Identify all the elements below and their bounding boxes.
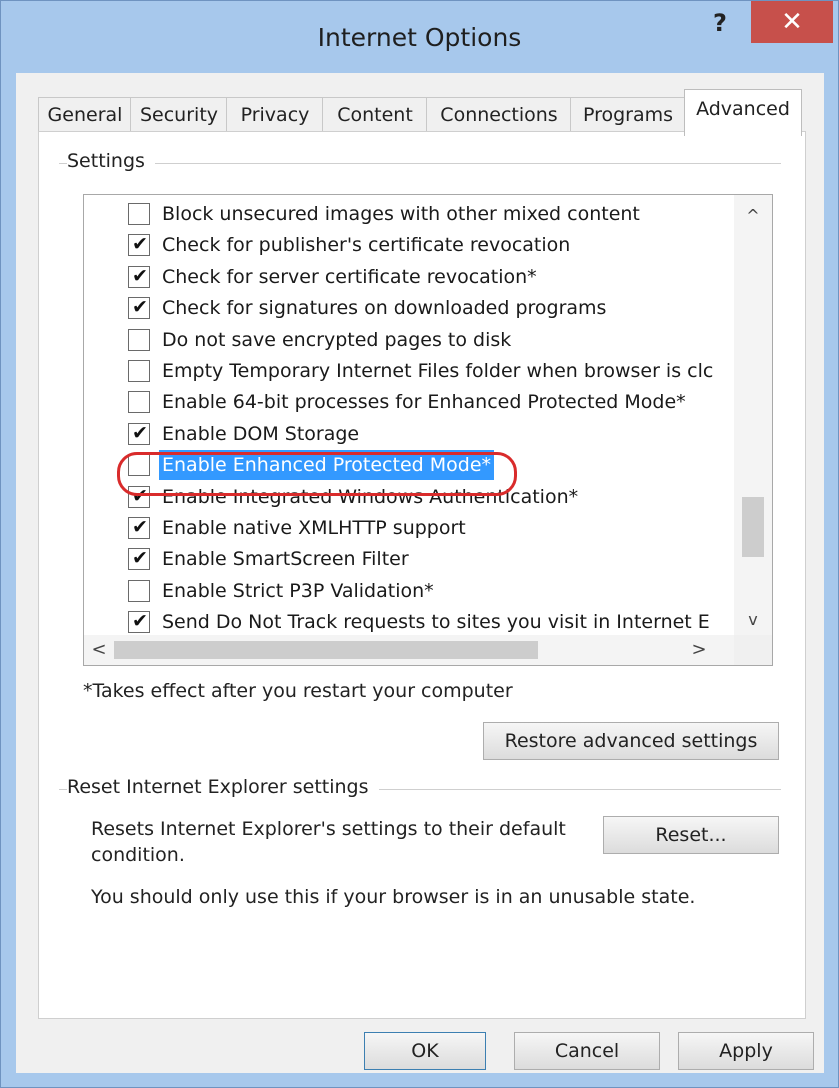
setting-label: Enable 64-bit processes for Enhanced Pro…: [162, 391, 686, 414]
scrollbar-corner: [734, 635, 772, 665]
horizontal-scrollbar[interactable]: < >: [84, 635, 734, 665]
tab-privacy[interactable]: Privacy: [226, 97, 324, 132]
tab-connections[interactable]: Connections: [426, 97, 572, 132]
tab-content[interactable]: Content: [322, 97, 428, 132]
reset-warning: You should only use this if your browser…: [91, 886, 696, 908]
reset-description-line1: Resets Internet Explorer's settings to t…: [91, 818, 566, 840]
reset-group-label: Reset Internet Explorer settings: [67, 776, 379, 798]
setting-label: Check for publisher's certificate revoca…: [162, 234, 571, 257]
setting-label: Enable Strict P3P Validation*: [162, 579, 434, 602]
settings-item[interactable]: Block unsecured images with other mixed …: [128, 199, 734, 229]
title-bar[interactable]: Internet Options ? ✕: [1, 1, 838, 73]
setting-label: Block unsecured images with other mixed …: [162, 203, 640, 225]
setting-label: Do not save encrypted pages to disk: [162, 328, 512, 351]
checkmark-icon: ✔: [132, 547, 148, 570]
checkmark-icon: ✔: [132, 264, 148, 287]
vertical-scrollbar[interactable]: ^ v: [734, 195, 772, 635]
checkmark-icon: ✔: [132, 233, 148, 256]
setting-checkbox[interactable]: [128, 391, 150, 414]
settings-item[interactable]: Enable 64-bit processes for Enhanced Pro…: [128, 387, 734, 417]
reset-description-line2: condition.: [91, 844, 185, 866]
setting-label: Enable native XMLHTTP support: [162, 517, 466, 539]
settings-item[interactable]: ✔ Check for server certificate revocation…: [128, 262, 734, 292]
setting-checkbox[interactable]: ✔: [128, 547, 150, 571]
tab-programs[interactable]: Programs: [570, 97, 686, 132]
checkmark-icon: ✔: [132, 421, 148, 444]
setting-checkbox[interactable]: ✔: [128, 264, 150, 288]
close-button[interactable]: ✕: [751, 1, 833, 43]
settings-item[interactable]: ✔ Send Do Not Track requests to sites you…: [128, 607, 734, 637]
tab-security[interactable]: Security: [130, 97, 228, 132]
setting-checkbox[interactable]: [128, 360, 150, 382]
checkmark-icon: ✔: [132, 516, 148, 538]
settings-tree[interactable]: Block unsecured images with other mixed …: [83, 194, 773, 666]
settings-item[interactable]: ✔ Check for signatures on downloaded prog…: [128, 293, 734, 323]
settings-item[interactable]: ✔ Check for publisher's certificate revoc…: [128, 230, 734, 260]
settings-group-divider: [59, 163, 781, 164]
settings-item[interactable]: ✔ Enable SmartScreen Filter: [128, 544, 734, 574]
setting-label: Check for server certificate revocation*: [162, 265, 537, 288]
settings-item[interactable]: Do not save encrypted pages to disk: [128, 325, 734, 355]
setting-label: Check for signatures on downloaded progr…: [162, 297, 607, 320]
scroll-up-icon[interactable]: ^: [734, 201, 772, 231]
setting-label: Enable DOM Storage: [162, 422, 360, 445]
internet-options-window: Internet Options ? ✕ General Security Pr…: [0, 0, 839, 1088]
setting-checkbox[interactable]: [128, 203, 150, 225]
tab-general[interactable]: General: [38, 97, 132, 132]
setting-checkbox[interactable]: ✔: [128, 610, 150, 634]
settings-item[interactable]: Empty Temporary Internet Files folder wh…: [128, 356, 734, 386]
checkmark-icon: ✔: [132, 610, 148, 633]
highlight-annotation: [117, 452, 517, 496]
tab-advanced[interactable]: Advanced: [684, 89, 802, 136]
horizontal-scroll-thumb[interactable]: [114, 641, 538, 659]
setting-checkbox[interactable]: ✔: [128, 421, 150, 445]
cancel-button[interactable]: Cancel: [514, 1032, 660, 1070]
help-button[interactable]: ?: [701, 3, 739, 43]
dialog-body: General Security Privacy Content Connect…: [16, 73, 824, 1073]
setting-checkbox[interactable]: [128, 328, 150, 351]
settings-item[interactable]: Enable Strict P3P Validation*: [128, 576, 734, 606]
checkmark-icon: ✔: [132, 296, 148, 319]
settings-item[interactable]: ✔ Enable native XMLHTTP support: [128, 513, 734, 543]
scroll-down-icon[interactable]: v: [734, 605, 772, 635]
vertical-scroll-thumb[interactable]: [742, 497, 764, 557]
setting-checkbox[interactable]: ✔: [128, 233, 150, 257]
reset-button[interactable]: Reset...: [603, 816, 779, 854]
settings-item[interactable]: ✔ Enable DOM Storage: [128, 419, 734, 449]
scroll-right-icon[interactable]: >: [684, 635, 714, 665]
setting-label: Enable SmartScreen Filter: [162, 548, 409, 571]
setting-label: Send Do Not Track requests to sites you …: [162, 611, 710, 634]
setting-checkbox[interactable]: ✔: [128, 516, 150, 539]
advanced-tab-panel: Settings Block unsecured images with oth…: [38, 131, 806, 1019]
settings-list: Block unsecured images with other mixed …: [84, 195, 734, 635]
restore-advanced-settings-button[interactable]: Restore advanced settings: [483, 722, 779, 760]
restart-note: *Takes effect after you restart your com…: [83, 680, 513, 702]
scroll-left-icon[interactable]: <: [84, 635, 114, 665]
settings-group-label: Settings: [67, 150, 155, 172]
setting-checkbox[interactable]: [128, 579, 150, 602]
apply-button[interactable]: Apply: [678, 1032, 814, 1070]
setting-checkbox[interactable]: ✔: [128, 296, 150, 320]
ok-button[interactable]: OK: [364, 1032, 486, 1070]
setting-label: Empty Temporary Internet Files folder wh…: [162, 360, 714, 382]
